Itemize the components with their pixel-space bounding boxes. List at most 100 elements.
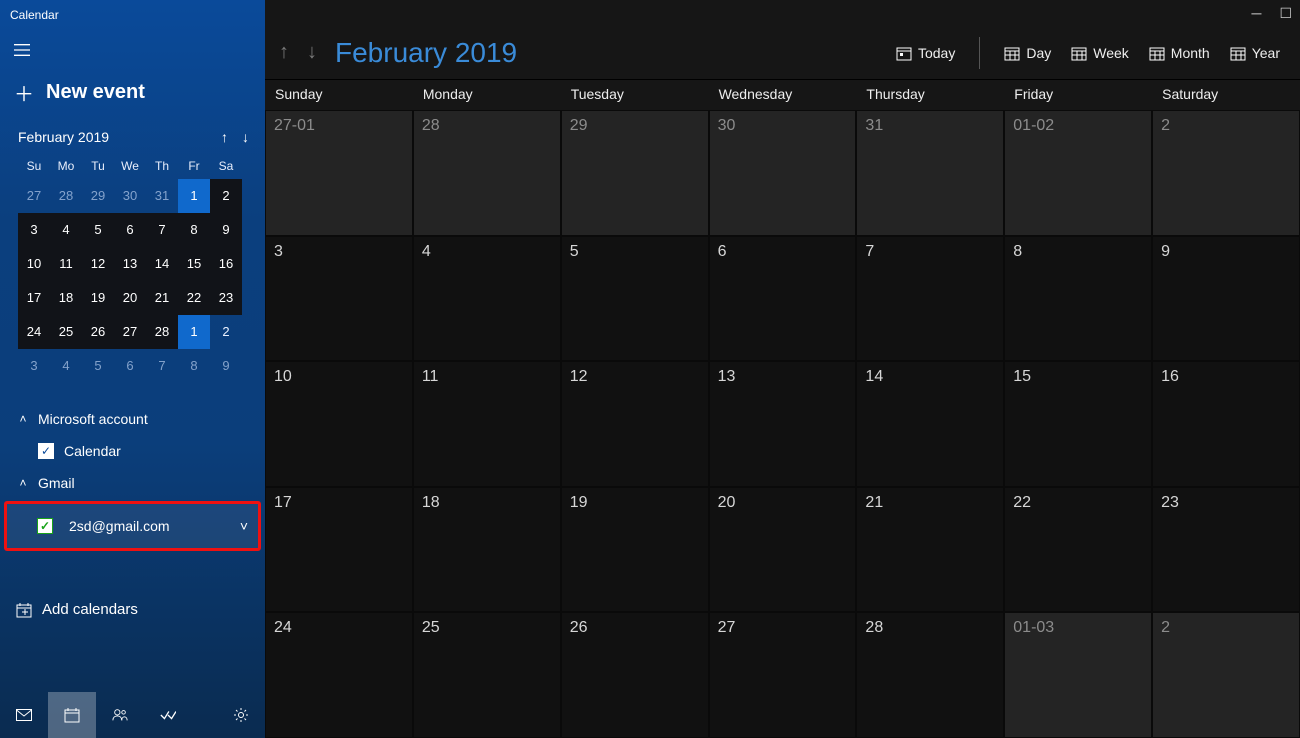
mini-day-cell[interactable]: 25: [50, 315, 82, 349]
mini-day-cell[interactable]: 22: [178, 281, 210, 315]
day-cell[interactable]: 6: [709, 236, 857, 362]
account-gmail-toggle[interactable]: ˄ Gmail: [0, 467, 265, 499]
mini-day-cell[interactable]: 7: [146, 349, 178, 383]
mini-day-cell[interactable]: 4: [50, 213, 82, 247]
day-cell[interactable]: 31: [856, 110, 1004, 236]
mini-day-cell[interactable]: 14: [146, 247, 178, 281]
people-button[interactable]: [96, 692, 144, 738]
gmail-calendar-item[interactable]: 2sd@gmail.com ˅: [4, 501, 261, 551]
mini-day-cell[interactable]: 31: [146, 179, 178, 213]
view-year-button[interactable]: Year: [1230, 45, 1280, 61]
account-microsoft-toggle[interactable]: ˄ Microsoft account: [0, 403, 265, 435]
day-cell[interactable]: 12: [561, 361, 709, 487]
day-cell[interactable]: 16: [1152, 361, 1300, 487]
today-button[interactable]: Today: [896, 45, 955, 61]
mini-day-cell[interactable]: 30: [114, 179, 146, 213]
mini-day-cell[interactable]: 28: [146, 315, 178, 349]
view-week-button[interactable]: Week: [1071, 45, 1129, 61]
day-cell[interactable]: 8: [1004, 236, 1152, 362]
mini-day-cell[interactable]: 12: [82, 247, 114, 281]
mini-day-cell[interactable]: 3: [18, 213, 50, 247]
day-cell[interactable]: 2: [1152, 612, 1300, 738]
current-month-label[interactable]: February 2019: [335, 37, 517, 69]
mini-day-cell[interactable]: 5: [82, 349, 114, 383]
new-event-button[interactable]: ＋ New event: [0, 70, 265, 121]
settings-button[interactable]: [217, 692, 265, 738]
day-cell[interactable]: 9: [1152, 236, 1300, 362]
day-cell[interactable]: 28: [413, 110, 561, 236]
day-cell[interactable]: 11: [413, 361, 561, 487]
calendar-button[interactable]: [48, 692, 96, 738]
day-cell[interactable]: 23: [1152, 487, 1300, 613]
mini-day-cell[interactable]: 13: [114, 247, 146, 281]
mini-day-cell[interactable]: 21: [146, 281, 178, 315]
mini-day-cell[interactable]: 17: [18, 281, 50, 315]
mini-day-cell[interactable]: 5: [82, 213, 114, 247]
mini-day-cell[interactable]: 26: [82, 315, 114, 349]
day-cell[interactable]: 20: [709, 487, 857, 613]
mini-day-cell[interactable]: 2: [210, 315, 242, 349]
mini-day-cell[interactable]: 1: [178, 315, 210, 349]
hamburger-button[interactable]: [0, 30, 40, 70]
prev-period-button[interactable]: ↑: [279, 41, 289, 64]
mini-day-cell[interactable]: 4: [50, 349, 82, 383]
day-cell[interactable]: 19: [561, 487, 709, 613]
day-cell[interactable]: 21: [856, 487, 1004, 613]
day-cell[interactable]: 29: [561, 110, 709, 236]
mini-day-cell[interactable]: 27: [114, 315, 146, 349]
mini-day-cell[interactable]: 6: [114, 349, 146, 383]
day-cell[interactable]: 3: [265, 236, 413, 362]
day-cell[interactable]: 13: [709, 361, 857, 487]
mini-day-cell[interactable]: 9: [210, 349, 242, 383]
mini-prev-month[interactable]: ↑: [221, 129, 228, 145]
day-cell[interactable]: 27: [709, 612, 857, 738]
day-cell[interactable]: 15: [1004, 361, 1152, 487]
day-cell[interactable]: 25: [413, 612, 561, 738]
mini-day-cell[interactable]: 28: [50, 179, 82, 213]
mini-day-cell[interactable]: 11: [50, 247, 82, 281]
day-cell[interactable]: 27-01: [265, 110, 413, 236]
mini-day-cell[interactable]: 10: [18, 247, 50, 281]
mail-button[interactable]: [0, 692, 48, 738]
maximize-button[interactable]: ☐: [1279, 5, 1292, 22]
day-cell[interactable]: 22: [1004, 487, 1152, 613]
day-cell[interactable]: 01-02: [1004, 110, 1152, 236]
mini-day-cell[interactable]: 24: [18, 315, 50, 349]
mini-day-cell[interactable]: 15: [178, 247, 210, 281]
calendar-ms-item[interactable]: ✓ Calendar: [0, 435, 265, 467]
day-cell[interactable]: 14: [856, 361, 1004, 487]
day-cell[interactable]: 01-03: [1004, 612, 1152, 738]
day-cell[interactable]: 24: [265, 612, 413, 738]
day-cell[interactable]: 18: [413, 487, 561, 613]
mini-next-month[interactable]: ↓: [242, 129, 249, 145]
day-cell[interactable]: 4: [413, 236, 561, 362]
next-period-button[interactable]: ↓: [307, 41, 317, 64]
mini-day-cell[interactable]: 19: [82, 281, 114, 315]
minimize-button[interactable]: ─: [1252, 5, 1262, 21]
mini-day-cell[interactable]: 29: [82, 179, 114, 213]
mini-day-cell[interactable]: 8: [178, 349, 210, 383]
chevron-down-icon[interactable]: ˅: [240, 518, 248, 534]
mini-day-cell[interactable]: 20: [114, 281, 146, 315]
day-cell[interactable]: 7: [856, 236, 1004, 362]
mini-day-cell[interactable]: 3: [18, 349, 50, 383]
day-cell[interactable]: 10: [265, 361, 413, 487]
view-month-button[interactable]: Month: [1149, 45, 1210, 61]
checkbox-checked-icon[interactable]: [37, 518, 53, 534]
day-cell[interactable]: 17: [265, 487, 413, 613]
day-cell[interactable]: 26: [561, 612, 709, 738]
mini-day-cell[interactable]: 1: [178, 179, 210, 213]
view-day-button[interactable]: Day: [1004, 45, 1051, 61]
todo-button[interactable]: [144, 692, 192, 738]
mini-day-cell[interactable]: 16: [210, 247, 242, 281]
add-calendars-button[interactable]: Add calendars: [0, 593, 265, 626]
mini-day-cell[interactable]: 6: [114, 213, 146, 247]
day-cell[interactable]: 28: [856, 612, 1004, 738]
day-cell[interactable]: 5: [561, 236, 709, 362]
day-cell[interactable]: 2: [1152, 110, 1300, 236]
mini-day-cell[interactable]: 23: [210, 281, 242, 315]
mini-day-cell[interactable]: 7: [146, 213, 178, 247]
mini-month-label[interactable]: February 2019: [18, 129, 109, 145]
checkbox-checked-icon[interactable]: ✓: [38, 443, 54, 459]
mini-day-cell[interactable]: 8: [178, 213, 210, 247]
